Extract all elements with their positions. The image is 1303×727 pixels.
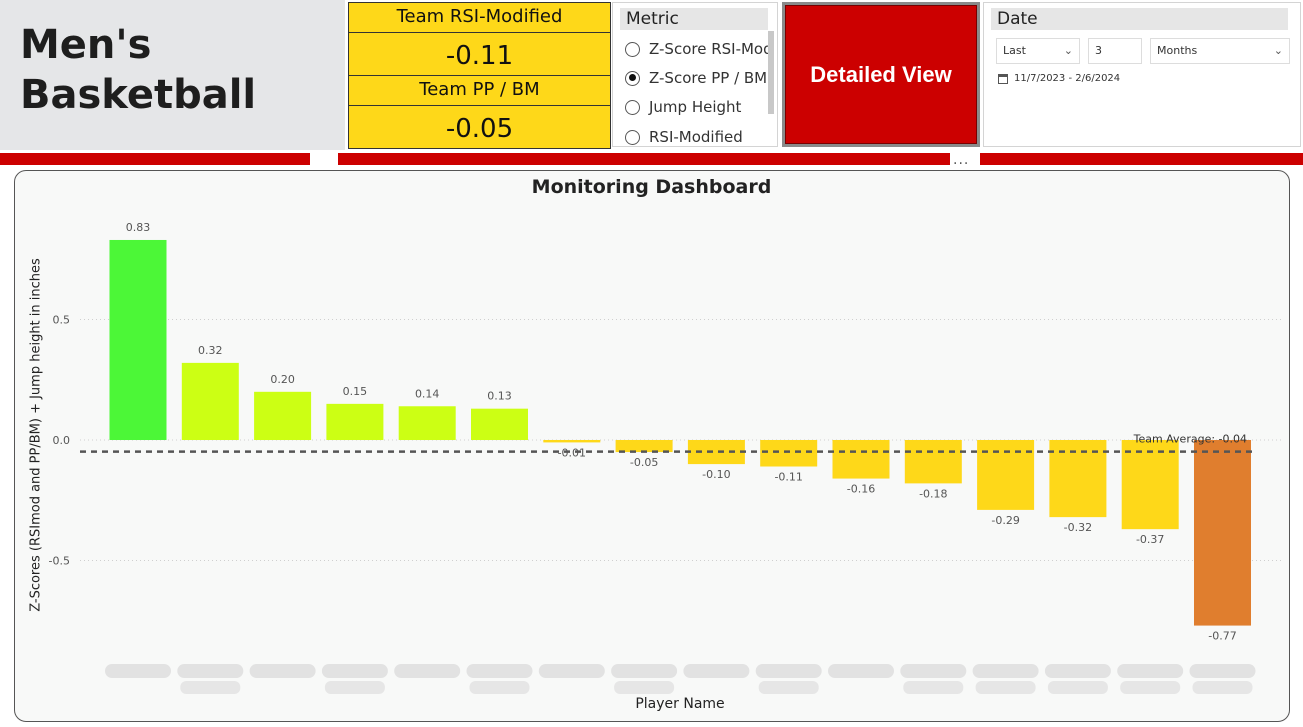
bar-data-label: -0.18 bbox=[919, 487, 947, 500]
bar-data-label: -0.29 bbox=[991, 514, 1019, 527]
x-tick-label-redacted bbox=[755, 664, 822, 678]
x-tick-label-redacted bbox=[972, 664, 1039, 678]
x-tick-label-redacted bbox=[900, 664, 967, 678]
x-tick-label-redacted bbox=[1120, 681, 1181, 694]
x-tick-label-redacted bbox=[1044, 664, 1111, 678]
x-tick-label-redacted bbox=[903, 681, 964, 694]
bar bbox=[254, 391, 312, 440]
x-tick-label-redacted bbox=[394, 664, 461, 678]
bar-data-label: -0.77 bbox=[1208, 630, 1236, 643]
x-tick-label-redacted bbox=[538, 664, 605, 678]
x-tick-label-redacted bbox=[758, 681, 819, 694]
x-tick-label-redacted bbox=[611, 664, 678, 678]
bar bbox=[543, 440, 601, 443]
bar-chart: -0.5 0.0 0.5 0.83 0.32 0.20 0.15 0.14 0.13 -0.01 -… bbox=[49, 221, 1282, 694]
x-tick-label-redacted bbox=[324, 681, 385, 694]
bar bbox=[181, 362, 239, 440]
bar bbox=[615, 440, 673, 453]
x-tick-label-redacted bbox=[466, 664, 533, 678]
bar-data-label: -0.01 bbox=[558, 446, 586, 459]
team-average-label: Team Average: -0.04 bbox=[1133, 433, 1247, 446]
bar-data-label: 0.32 bbox=[198, 344, 223, 357]
bar bbox=[326, 403, 384, 440]
bar-data-label: -0.37 bbox=[1136, 533, 1164, 546]
x-tick-label-redacted bbox=[469, 681, 530, 694]
bar-data-label: -0.10 bbox=[702, 468, 730, 481]
x-tick-label-redacted bbox=[180, 681, 241, 694]
bar-data-label: -0.11 bbox=[774, 471, 802, 484]
bar bbox=[109, 239, 167, 440]
dashboard-root: Men's Basketball Team RSI-Modified -0.11… bbox=[0, 0, 1303, 727]
bar-data-label: 0.15 bbox=[343, 385, 368, 398]
bar-data-label: -0.32 bbox=[1064, 521, 1092, 534]
x-tick-label-redacted bbox=[249, 664, 316, 678]
y-tick-label: 0.5 bbox=[53, 314, 71, 327]
x-axis-title: Player Name bbox=[635, 696, 725, 712]
x-tick-label-redacted bbox=[321, 664, 388, 678]
bar-data-label: 0.83 bbox=[126, 221, 151, 234]
bar bbox=[398, 406, 456, 440]
y-axis-title: Z-Scores (RSImod and PP/BM) + Jump heigh… bbox=[28, 258, 44, 612]
x-tick-label-redacted bbox=[1047, 681, 1108, 694]
bar-data-label: 0.20 bbox=[270, 373, 295, 386]
bar bbox=[1194, 440, 1251, 626]
y-tick-label: -0.5 bbox=[49, 555, 70, 568]
x-tick-label-redacted bbox=[177, 664, 244, 678]
x-tick-label-redacted bbox=[614, 681, 675, 694]
bar bbox=[904, 440, 962, 484]
bar bbox=[760, 440, 818, 467]
x-tick-label-redacted bbox=[828, 664, 894, 678]
x-tick-label-redacted bbox=[975, 681, 1036, 694]
x-tick-label-redacted bbox=[1189, 664, 1256, 678]
x-tick-label-redacted bbox=[683, 664, 750, 678]
x-tick-label-redacted bbox=[1117, 664, 1184, 678]
bar-data-label: 0.13 bbox=[487, 390, 512, 403]
y-tick-label: 0.0 bbox=[53, 434, 71, 447]
x-tick-label-redacted bbox=[1192, 681, 1253, 694]
bar-data-label: -0.16 bbox=[847, 483, 875, 496]
bar-data-label: 0.14 bbox=[415, 387, 440, 400]
bar bbox=[1121, 440, 1179, 530]
x-tick-label-redacted bbox=[105, 664, 171, 678]
bar-data-label: -0.05 bbox=[630, 456, 658, 469]
bar bbox=[471, 408, 528, 440]
bar bbox=[832, 440, 890, 479]
